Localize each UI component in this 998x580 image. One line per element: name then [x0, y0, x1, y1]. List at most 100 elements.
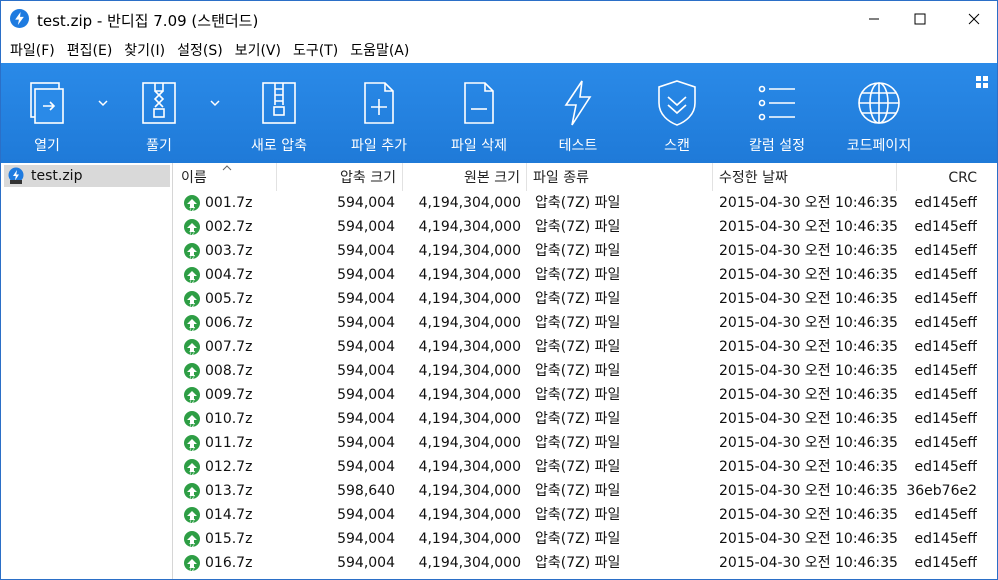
column-header-modified[interactable]: 수정한 날짜 [713, 163, 897, 191]
crc-value: ed145eff [914, 267, 977, 283]
close-button[interactable] [951, 1, 997, 37]
packed-size: 594,004 [337, 243, 395, 259]
list-header: 이름 압축 크기 원본 크기 파일 종류 수정한 날짜 CRC [175, 163, 987, 191]
7z-file-icon: 7Z [184, 291, 200, 308]
file-type: 압축(7Z) 파일 [535, 315, 621, 331]
packed-size: 598,640 [337, 483, 395, 499]
menu-tools[interactable]: 도구(T) [291, 40, 340, 60]
modified-date: 2015-04-30 오전 10:46:35 [719, 195, 897, 211]
menu-file[interactable]: 파일(F) [8, 40, 57, 60]
table-row[interactable]: 7Z 011.7z 594,004 4,194,304,000 압축(7Z) 파… [175, 431, 987, 455]
modified-date: 2015-04-30 오전 10:46:35 [719, 555, 897, 571]
crc-value: 36eb76e2 [906, 483, 977, 499]
table-row[interactable]: 7Z 002.7z 594,004 4,194,304,000 압축(7Z) 파… [175, 215, 987, 239]
folder-tree: test.zip [1, 163, 173, 579]
file-type: 압축(7Z) 파일 [535, 411, 621, 427]
svg-text:7Z: 7Z [189, 351, 196, 356]
menu-find[interactable]: 찾기(I) [122, 40, 167, 60]
column-header-packed[interactable]: 압축 크기 [277, 163, 403, 191]
file-name: 012.7z [205, 459, 253, 475]
table-row[interactable]: 7Z 015.7z 594,004 4,194,304,000 압축(7Z) 파… [175, 527, 987, 551]
codepage-label: 코드페이지 [846, 138, 912, 154]
packed-size: 594,004 [337, 267, 395, 283]
column-settings-button[interactable]: 칼럼 설정 [739, 63, 815, 163]
codepage-button[interactable]: 코드페이지 [837, 63, 921, 163]
maximize-button[interactable] [897, 1, 943, 37]
tree-item-root[interactable]: test.zip [4, 165, 170, 187]
file-type: 압축(7Z) 파일 [535, 507, 621, 523]
table-row[interactable]: 7Z 001.7z 594,004 4,194,304,000 압축(7Z) 파… [175, 191, 987, 215]
modified-date: 2015-04-30 오전 10:46:35 [719, 339, 897, 355]
packed-size: 594,004 [337, 195, 395, 211]
list-icon [749, 75, 805, 131]
maximize-icon [914, 13, 926, 25]
packed-size: 594,004 [337, 555, 395, 571]
column-header-type[interactable]: 파일 종류 [527, 163, 713, 191]
modified-date: 2015-04-30 오전 10:46:35 [719, 363, 897, 379]
menu-view[interactable]: 보기(V) [233, 40, 283, 60]
extract-button[interactable]: 풀기 [129, 63, 189, 163]
new-archive-button[interactable]: 새로 압축 [241, 63, 317, 163]
table-row[interactable]: 7Z 014.7z 594,004 4,194,304,000 압축(7Z) 파… [175, 503, 987, 527]
menu-edit[interactable]: 편집(E) [65, 40, 115, 60]
new-archive-label: 새로 압축 [251, 138, 307, 154]
original-size: 4,194,304,000 [418, 315, 521, 331]
table-row[interactable]: 7Z 012.7z 594,004 4,194,304,000 압축(7Z) 파… [175, 455, 987, 479]
table-row[interactable]: 7Z 008.7z 594,004 4,194,304,000 압축(7Z) 파… [175, 359, 987, 383]
shield-icon [649, 75, 705, 131]
column-settings-label: 칼럼 설정 [749, 138, 805, 154]
original-size: 4,194,304,000 [418, 243, 521, 259]
column-header-name[interactable]: 이름 [175, 163, 277, 191]
packed-size: 594,004 [337, 291, 395, 307]
svg-text:7Z: 7Z [189, 231, 196, 236]
table-row[interactable]: 7Z 010.7z 594,004 4,194,304,000 압축(7Z) 파… [175, 407, 987, 431]
svg-text:7Z: 7Z [189, 303, 196, 308]
column-header-original[interactable]: 원본 크기 [403, 163, 527, 191]
file-name: 006.7z [205, 315, 253, 331]
7z-file-icon: 7Z [184, 507, 200, 524]
crc-value: ed145eff [914, 339, 977, 355]
file-name: 009.7z [205, 387, 253, 403]
table-row[interactable]: 7Z 006.7z 594,004 4,194,304,000 압축(7Z) 파… [175, 311, 987, 335]
svg-text:7Z: 7Z [189, 279, 196, 284]
column-header-crc[interactable]: CRC [897, 163, 983, 191]
7z-file-icon: 7Z [184, 315, 200, 332]
menu-settings[interactable]: 설정(S) [175, 40, 225, 60]
table-row[interactable]: 7Z 009.7z 594,004 4,194,304,000 압축(7Z) 파… [175, 383, 987, 407]
file-type: 압축(7Z) 파일 [535, 483, 621, 499]
modified-date: 2015-04-30 오전 10:46:35 [719, 483, 897, 499]
bandizip-app-icon [10, 9, 29, 28]
modified-date: 2015-04-30 오전 10:46:35 [719, 411, 897, 427]
modified-date: 2015-04-30 오전 10:46:35 [719, 267, 897, 283]
new-archive-icon [251, 75, 307, 131]
original-size: 4,194,304,000 [418, 507, 521, 523]
add-file-button[interactable]: 파일 추가 [341, 63, 417, 163]
vertical-scrollbar[interactable] [987, 163, 997, 579]
packed-size: 594,004 [337, 531, 395, 547]
table-row[interactable]: 7Z 016.7z 594,004 4,194,304,000 압축(7Z) 파… [175, 551, 987, 575]
original-size: 4,194,304,000 [418, 219, 521, 235]
extract-dropdown-chevron-down-icon[interactable] [210, 99, 220, 107]
minimize-button[interactable] [851, 1, 897, 37]
svg-text:7Z: 7Z [189, 519, 196, 524]
layout-grid-icon[interactable] [975, 75, 989, 89]
open-button[interactable]: 열기 [17, 63, 77, 163]
file-rows: 7Z 001.7z 594,004 4,194,304,000 압축(7Z) 파… [175, 191, 987, 575]
test-button[interactable]: 테스트 [546, 63, 610, 163]
scan-button[interactable]: 스캔 [645, 63, 709, 163]
menu-help[interactable]: 도움말(A) [348, 40, 411, 60]
table-row[interactable]: 7Z 003.7z 594,004 4,194,304,000 압축(7Z) 파… [175, 239, 987, 263]
open-dropdown-chevron-down-icon[interactable] [98, 99, 108, 107]
svg-text:7Z: 7Z [189, 207, 196, 212]
file-type: 압축(7Z) 파일 [535, 219, 621, 235]
table-row[interactable]: 7Z 013.7z 598,640 4,194,304,000 압축(7Z) 파… [175, 479, 987, 503]
svg-text:7Z: 7Z [189, 495, 196, 500]
file-name: 004.7z [205, 267, 253, 283]
table-row[interactable]: 7Z 005.7z 594,004 4,194,304,000 압축(7Z) 파… [175, 287, 987, 311]
modified-date: 2015-04-30 오전 10:46:35 [719, 435, 897, 451]
delete-file-button[interactable]: 파일 삭제 [441, 63, 517, 163]
table-row[interactable]: 7Z 004.7z 594,004 4,194,304,000 압축(7Z) 파… [175, 263, 987, 287]
window-title: test.zip - 반디집 7.09 (스탠더드) [37, 12, 259, 30]
file-type: 압축(7Z) 파일 [535, 243, 621, 259]
table-row[interactable]: 7Z 007.7z 594,004 4,194,304,000 압축(7Z) 파… [175, 335, 987, 359]
